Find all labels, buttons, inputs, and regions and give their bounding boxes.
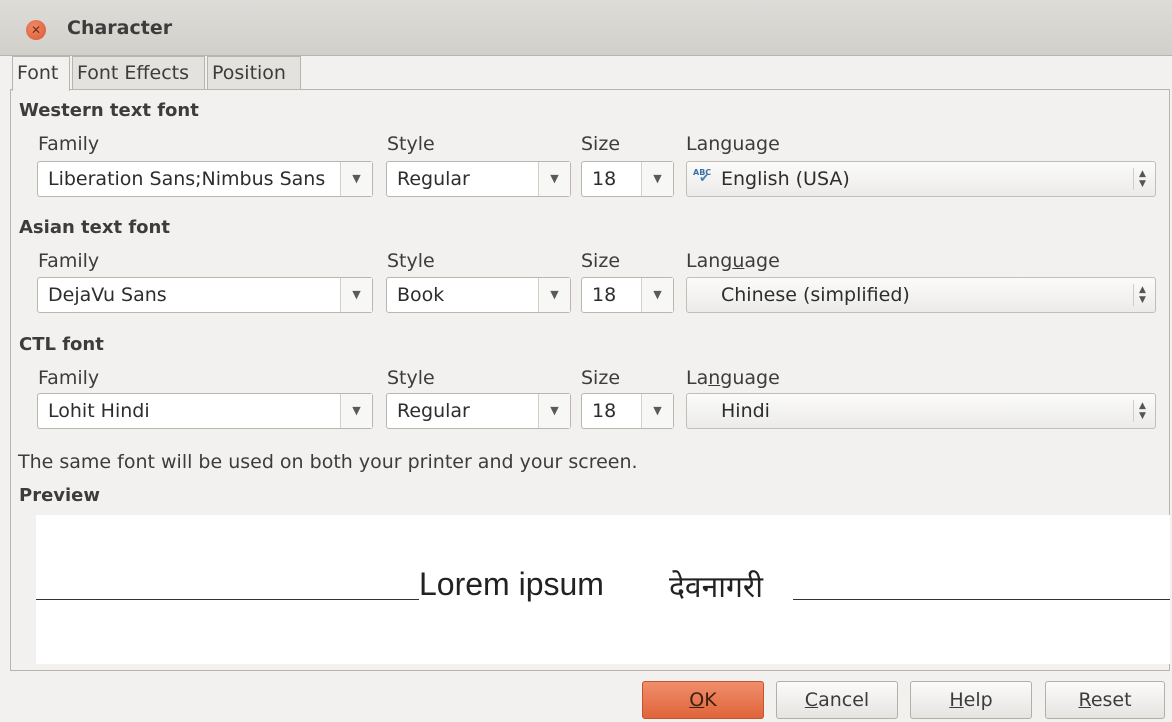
spin-arrows-icon[interactable]: ▲ ▼ — [1133, 400, 1151, 422]
help-button[interactable]: Help — [910, 681, 1032, 719]
asian-size-value: 18 — [592, 284, 617, 306]
western-language-label: Language — [686, 133, 780, 155]
baseline-right — [793, 599, 1170, 600]
asian-section-title: Asian text font — [19, 217, 170, 238]
asian-style-combo[interactable]: Book ▼ — [386, 277, 571, 313]
western-size-label: Size — [581, 133, 621, 155]
western-section-title: Western text font — [19, 100, 199, 121]
ctl-language-value: Hindi — [721, 400, 770, 422]
western-family-label: Family — [38, 133, 100, 155]
close-icon[interactable]: ✕ — [26, 20, 46, 40]
asian-language-label: Language — [686, 250, 780, 272]
ctl-style-value: Regular — [397, 400, 470, 422]
preview-ctl-text: देवनागरी — [669, 570, 763, 605]
title-bar: ✕ Character — [0, 0, 1172, 56]
western-size-value: 18 — [592, 168, 617, 190]
chevron-down-icon[interactable]: ▼ — [340, 162, 372, 196]
preview-area: Lorem ipsum देवनागरी — [36, 515, 1170, 664]
ctl-style-combo[interactable]: Regular ▼ — [386, 393, 571, 429]
asian-family-combo[interactable]: DejaVu Sans ▼ — [37, 277, 373, 313]
tab-font[interactable]: Font — [12, 56, 70, 91]
chevron-down-icon[interactable]: ▼ — [641, 278, 673, 312]
asian-size-label: Size — [581, 250, 621, 272]
western-style-label: Style — [387, 133, 435, 155]
preview-title: Preview — [19, 485, 101, 506]
western-style-combo[interactable]: Regular ▼ — [386, 161, 571, 197]
cancel-button[interactable]: Cancel — [776, 681, 898, 719]
chevron-down-icon[interactable]: ▼ — [538, 278, 570, 312]
chevron-down-icon[interactable]: ▼ — [641, 162, 673, 196]
western-language-select[interactable]: ABC ✔ English (USA) ▲ ▼ — [686, 161, 1156, 197]
ctl-size-label: Size — [581, 367, 621, 389]
tab-font-effects[interactable]: Font Effects — [72, 56, 205, 90]
spin-arrows-icon[interactable]: ▲ ▼ — [1133, 284, 1151, 306]
asian-style-label: Style — [387, 250, 435, 272]
ctl-family-combo[interactable]: Lohit Hindi ▼ — [37, 393, 373, 429]
western-language-value: English (USA) — [721, 168, 850, 190]
spellcheck-abc-icon: ABC ✔ — [693, 168, 712, 186]
chevron-down-icon[interactable]: ▼ — [641, 394, 673, 428]
window-title: Character — [67, 17, 173, 39]
western-family-value: Liberation Sans;Nimbus Sans — [48, 168, 326, 190]
baseline-left — [36, 599, 419, 600]
spin-arrows-icon[interactable]: ▲ ▼ — [1133, 168, 1151, 190]
ctl-language-select[interactable]: Hindi ▲ ▼ — [686, 393, 1156, 429]
chevron-down-icon[interactable]: ▼ — [538, 394, 570, 428]
ctl-size-combo[interactable]: 18 ▼ — [581, 393, 674, 429]
asian-family-value: DejaVu Sans — [48, 284, 167, 306]
chevron-down-icon[interactable]: ▼ — [538, 162, 570, 196]
ctl-size-value: 18 — [592, 400, 617, 422]
ctl-family-value: Lohit Hindi — [48, 400, 150, 422]
asian-language-value: Chinese (simplified) — [721, 284, 910, 306]
ctl-style-label: Style — [387, 367, 435, 389]
asian-style-value: Book — [397, 284, 445, 306]
western-style-value: Regular — [397, 168, 470, 190]
ctl-language-label: Language — [686, 367, 780, 389]
chevron-down-icon[interactable]: ▼ — [340, 394, 372, 428]
ctl-family-label: Family — [38, 367, 100, 389]
western-family-combo[interactable]: Liberation Sans;Nimbus Sans ▼ — [37, 161, 373, 197]
asian-family-label: Family — [38, 250, 100, 272]
western-size-combo[interactable]: 18 ▼ — [581, 161, 674, 197]
printer-screen-note: The same font will be used on both your … — [18, 451, 638, 473]
reset-button[interactable]: Reset — [1045, 681, 1165, 719]
asian-language-select[interactable]: Chinese (simplified) ▲ ▼ — [686, 277, 1156, 313]
ctl-section-title: CTL font — [19, 334, 104, 355]
asian-size-combo[interactable]: 18 ▼ — [581, 277, 674, 313]
preview-western-text: Lorem ipsum — [419, 566, 604, 602]
chevron-down-icon[interactable]: ▼ — [340, 278, 372, 312]
tab-position[interactable]: Position — [207, 56, 301, 90]
ok-button[interactable]: OK — [642, 681, 764, 719]
